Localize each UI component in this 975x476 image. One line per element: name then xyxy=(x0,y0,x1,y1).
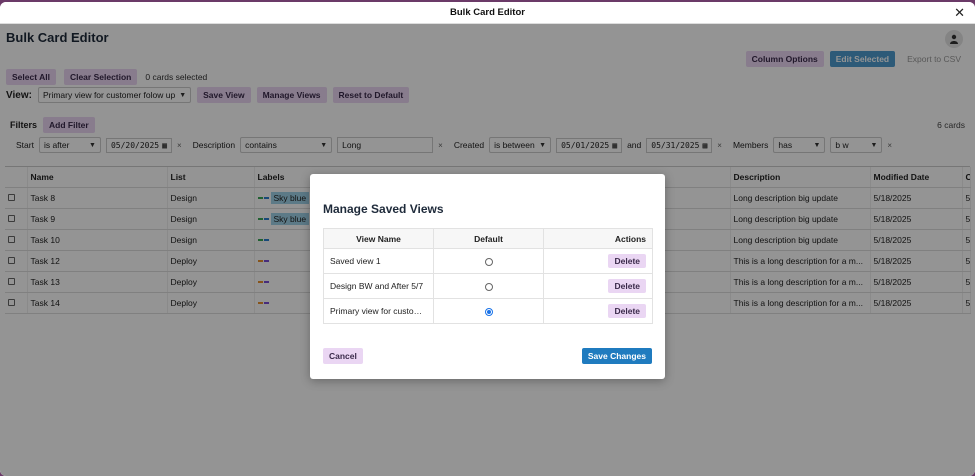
delete-view-button[interactable]: Delete xyxy=(608,279,646,293)
header-view-name: View Name xyxy=(323,228,434,249)
window-title: Bulk Card Editor xyxy=(450,7,525,18)
app-body: Bulk Card Editor Column Options Edit Sel… xyxy=(0,24,975,476)
saved-view-row: Primary view for custom... Delete xyxy=(323,298,653,324)
delete-view-button[interactable]: Delete xyxy=(608,304,646,318)
manage-views-dialog: Manage Saved Views View Name Default Act… xyxy=(310,174,665,379)
view-name-cell: Design BW and After 5/7 xyxy=(323,273,434,299)
default-cell xyxy=(433,273,544,299)
actions-cell: Delete xyxy=(543,273,653,299)
header-default: Default xyxy=(433,228,544,249)
actions-cell: Delete xyxy=(543,248,653,274)
delete-view-button[interactable]: Delete xyxy=(608,254,646,268)
default-cell xyxy=(433,298,544,324)
default-radio[interactable] xyxy=(484,257,493,266)
actions-cell: Delete xyxy=(543,298,653,324)
default-radio[interactable] xyxy=(484,282,493,291)
cancel-button[interactable]: Cancel xyxy=(323,348,363,364)
view-name-cell: Saved view 1 xyxy=(323,248,434,274)
save-changes-button[interactable]: Save Changes xyxy=(581,348,652,364)
saved-view-row: Design BW and After 5/7 Delete xyxy=(323,273,653,299)
view-name-cell: Primary view for custom... xyxy=(323,298,434,324)
default-radio[interactable] xyxy=(484,307,493,316)
title-bar: Bulk Card Editor ✕ xyxy=(0,2,975,24)
close-icon[interactable]: ✕ xyxy=(954,5,965,21)
saved-views-header-row: View Name Default Actions xyxy=(323,228,653,249)
app-window: Bulk Card Editor ✕ Bulk Card Editor Colu… xyxy=(0,2,975,476)
header-actions: Actions xyxy=(543,228,653,249)
dialog-title: Manage Saved Views xyxy=(323,202,444,216)
default-cell xyxy=(433,248,544,274)
saved-view-row: Saved view 1 Delete xyxy=(323,248,653,274)
saved-views-table: View Name Default Actions Saved view 1 De… xyxy=(323,228,653,324)
